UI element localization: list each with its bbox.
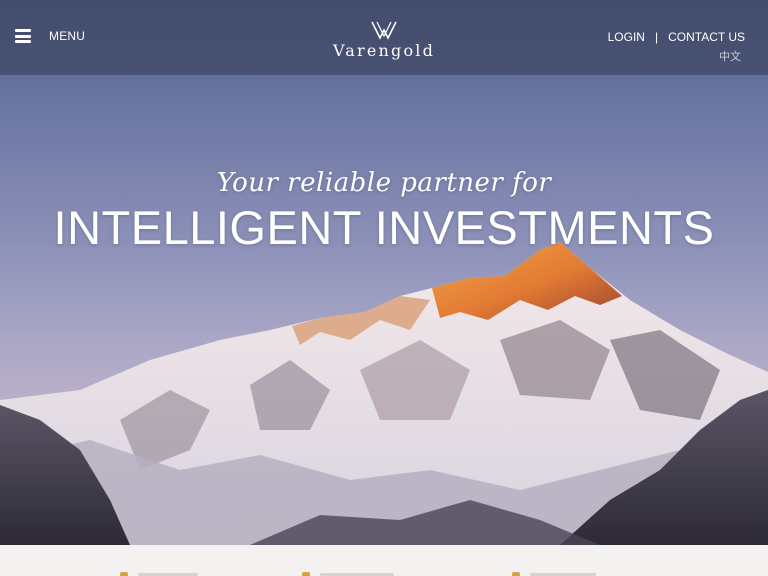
logo[interactable]: Varengold — [318, 20, 450, 64]
contact-us-link[interactable]: CONTACT US — [668, 30, 745, 44]
stat-icon — [302, 571, 310, 576]
content-strip — [0, 545, 768, 576]
stat-item — [302, 571, 394, 576]
stat-icon — [120, 571, 128, 576]
top-navigation-bar: MENU Varengold LOGIN | CONTACT US 中文 — [0, 0, 768, 75]
menu-label: MENU — [49, 29, 86, 43]
top-links: LOGIN | CONTACT US — [608, 30, 745, 44]
login-link[interactable]: LOGIN — [608, 30, 645, 44]
stat-item — [120, 571, 198, 576]
language-switch-chinese[interactable]: 中文 — [719, 48, 741, 64]
link-separator: | — [654, 30, 659, 44]
menu-button[interactable]: MENU — [15, 29, 85, 43]
stat-item — [512, 571, 596, 576]
hero-tagline: Your reliable partner for — [216, 168, 552, 198]
varengold-logo-icon — [371, 21, 397, 40]
stat-text-placeholder — [138, 572, 198, 576]
logo-text: Varengold — [332, 41, 436, 60]
stat-text-placeholder — [530, 572, 596, 576]
stat-icon — [512, 571, 520, 576]
hamburger-icon — [15, 29, 31, 43]
mountain-illustration — [0, 242, 768, 545]
stat-text-placeholder — [320, 572, 394, 576]
hero-banner: MENU Varengold LOGIN | CONTACT US 中文 You… — [0, 0, 768, 545]
hero-headline: INTELLIGENT INVESTMENTS — [53, 201, 715, 254]
